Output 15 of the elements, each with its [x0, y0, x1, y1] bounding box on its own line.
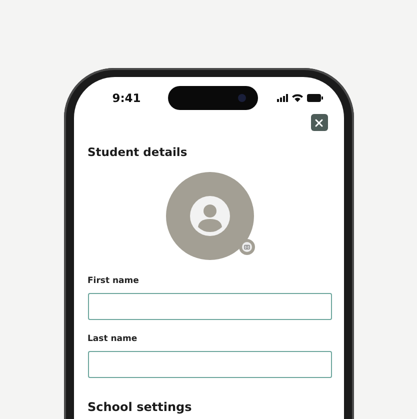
field-label: First name	[88, 276, 140, 286]
battery-icon	[306, 94, 322, 102]
close-icon	[313, 116, 325, 128]
status-time: 9:41	[111, 91, 142, 105]
person-icon	[190, 196, 230, 236]
wifi-icon	[292, 94, 302, 102]
field-label: Last name	[88, 334, 138, 344]
section-heading: School settings	[88, 400, 193, 414]
close-button[interactable]	[310, 114, 328, 131]
text-input-field[interactable]	[88, 293, 332, 320]
camera-button[interactable]	[238, 239, 254, 255]
camera-icon	[242, 242, 252, 252]
signal-icon	[276, 94, 288, 102]
text-input-field[interactable]	[88, 351, 332, 378]
screen-title: Student details	[88, 145, 188, 159]
